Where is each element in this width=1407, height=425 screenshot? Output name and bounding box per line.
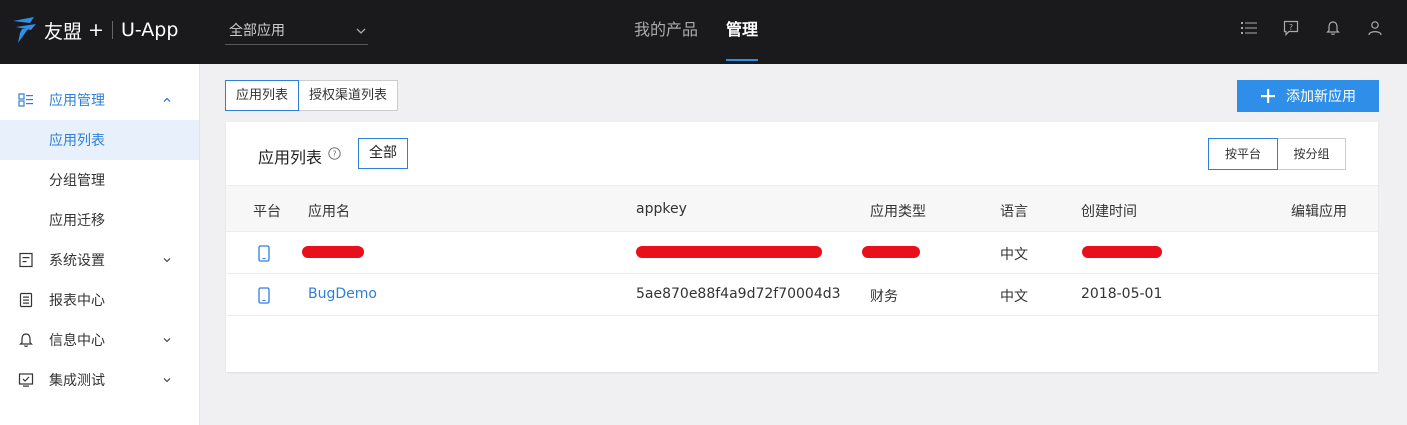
nav-my-products[interactable]: 我的产品 (620, 0, 712, 64)
app-select-dropdown[interactable]: 全部应用 (225, 17, 368, 45)
bell-icon[interactable] (1323, 18, 1343, 38)
brand[interactable]: 友盟 + U-App (10, 14, 178, 46)
bell-icon (19, 333, 33, 347)
redaction-mark (862, 246, 920, 258)
col-language: 语言 (1000, 204, 1028, 220)
brand-plus: + (88, 19, 104, 41)
sidebar-item-report-center[interactable]: 报表中心 (0, 280, 199, 320)
tab-authorized-channels[interactable]: 授权渠道列表 (299, 80, 399, 111)
by-group-button[interactable]: 按分组 (1278, 138, 1346, 170)
cell-language: 中文 (1000, 247, 1028, 263)
add-new-app-label: 添加新应用 (1286, 89, 1356, 105)
chevron-down-icon (356, 28, 366, 34)
group-toggle: 按平台 按分组 (1208, 138, 1346, 170)
redaction-mark (636, 246, 822, 258)
plus-icon (1261, 89, 1275, 103)
cell-created-time: 2018-05-01 (1081, 286, 1163, 302)
top-icons: ? (1239, 18, 1385, 38)
settings-doc-icon (19, 252, 33, 268)
umeng-logo-icon (13, 17, 36, 43)
sidebar-item-integration-test[interactable]: 集成测试 (0, 360, 199, 400)
chevron-down-icon (163, 258, 171, 263)
redaction-mark (302, 246, 364, 258)
sidebar-item-label: 应用列表 (49, 133, 105, 149)
monitor-check-icon (18, 373, 34, 387)
add-new-app-button[interactable]: 添加新应用 (1237, 80, 1379, 112)
top-bar: 友盟 + U-App 全部应用 我的产品 管理 ? (0, 0, 1407, 64)
card-title: 应用列表 (258, 148, 323, 167)
col-app-name: 应用名 (308, 204, 350, 220)
grid-list-icon (18, 93, 33, 107)
cell-app-name-link[interactable]: BugDemo (308, 286, 377, 302)
sidebar-item-group-management[interactable]: 分组管理 (0, 160, 199, 200)
sidebar: 应用管理 应用列表 分组管理 应用迁移 系统设置 报表中心 信息中心 集成测试 (0, 64, 200, 425)
phone-icon (258, 287, 270, 304)
help-box-icon[interactable]: ? (1281, 18, 1301, 38)
user-icon[interactable] (1365, 18, 1385, 38)
svg-text:?: ? (1289, 23, 1293, 32)
filter-all-button[interactable]: 全部 (358, 138, 408, 169)
chevron-down-icon (163, 378, 171, 383)
app-select-value: 全部应用 (229, 23, 285, 39)
brand-divider (111, 21, 113, 39)
col-created-time: 创建时间 (1081, 204, 1137, 220)
chevron-down-icon (163, 338, 171, 343)
sidebar-item-app-list[interactable]: 应用列表 (0, 120, 199, 160)
app-list-card: 应用列表 ? 全部 按平台 按分组 平台 应用名 appkey 应用类型 语言 … (226, 122, 1378, 372)
top-nav: 我的产品 管理 (620, 0, 772, 64)
cell-appkey: 5ae870e88f4a9d72f70004d3 (636, 286, 841, 302)
sidebar-item-label: 应用管理 (49, 93, 105, 109)
content-tabs: 应用列表 授权渠道列表 (225, 80, 399, 111)
cell-language: 中文 (1000, 289, 1028, 305)
chevron-up-icon (163, 97, 171, 102)
by-platform-button[interactable]: 按平台 (1208, 138, 1278, 170)
sidebar-item-label: 信息中心 (49, 333, 105, 349)
col-edit-app: 编辑应用 (1291, 204, 1347, 220)
product-name: U-App (120, 19, 179, 41)
tab-app-list[interactable]: 应用列表 (225, 80, 300, 111)
sidebar-item-app-management[interactable]: 应用管理 (0, 80, 199, 120)
sidebar-item-label: 报表中心 (49, 293, 105, 309)
col-appkey: appkey (636, 201, 687, 217)
table-header: 平台 应用名 appkey 应用类型 语言 创建时间 编辑应用 (226, 185, 1378, 232)
col-app-type: 应用类型 (870, 204, 926, 220)
svg-text:?: ? (332, 150, 336, 159)
sidebar-item-label: 分组管理 (49, 173, 105, 189)
sidebar-item-label: 集成测试 (49, 373, 105, 389)
report-icon (19, 292, 33, 308)
help-circle-icon[interactable]: ? (328, 147, 341, 160)
table-row[interactable]: BugDemo 5ae870e88f4a9d72f70004d3 财务 中文 2… (226, 274, 1378, 316)
cell-app-type: 财务 (870, 289, 898, 305)
nav-manage[interactable]: 管理 (712, 0, 772, 64)
sidebar-item-message-center[interactable]: 信息中心 (0, 320, 199, 360)
phone-icon (258, 245, 270, 262)
col-platform: 平台 (253, 204, 281, 220)
brand-name: 友盟 (44, 20, 83, 43)
redaction-mark (1082, 246, 1162, 258)
sidebar-item-label: 系统设置 (49, 253, 105, 269)
table-row[interactable]: 中文 (226, 232, 1378, 274)
list-icon[interactable] (1239, 18, 1259, 38)
sidebar-item-label: 应用迁移 (49, 213, 105, 229)
sidebar-item-app-migration[interactable]: 应用迁移 (0, 200, 199, 240)
sidebar-item-system-settings[interactable]: 系统设置 (0, 240, 199, 280)
